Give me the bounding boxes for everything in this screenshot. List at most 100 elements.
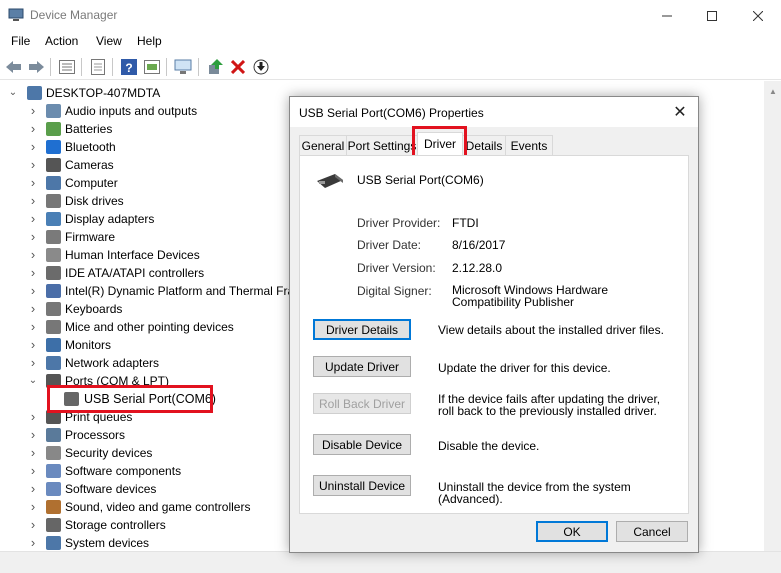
- chevron-right-icon[interactable]: ›: [28, 192, 38, 210]
- chevron-right-icon[interactable]: ›: [28, 498, 38, 516]
- chevron-right-icon[interactable]: ›: [28, 336, 38, 354]
- window-title: Device Manager: [30, 8, 118, 22]
- tree-category[interactable]: › Audio inputs and outputs: [0, 102, 300, 120]
- tab-events[interactable]: Events: [505, 135, 553, 156]
- ok-button[interactable]: OK: [536, 521, 608, 542]
- tree-item-label: Monitors: [65, 338, 112, 352]
- download-circle-icon[interactable]: [252, 58, 270, 76]
- tree-category[interactable]: › Security devices: [0, 444, 300, 462]
- tree-item-label: Mice and other pointing devices: [65, 320, 234, 334]
- tree-item-label: Processors: [65, 428, 126, 442]
- minimize-button[interactable]: [644, 0, 690, 31]
- page-icon[interactable]: [89, 58, 107, 76]
- driver-version-label: Driver Version:: [357, 261, 436, 275]
- chevron-right-icon[interactable]: ›: [28, 246, 38, 264]
- menu-view[interactable]: View: [96, 34, 122, 48]
- tree-category[interactable]: › Sound, video and game controllers: [0, 498, 300, 516]
- network-icon: [46, 356, 61, 370]
- chevron-right-icon[interactable]: ›: [28, 210, 38, 228]
- tree-category[interactable]: › Software devices: [0, 480, 300, 498]
- tree-category[interactable]: › Keyboards: [0, 300, 300, 318]
- chevron-right-icon[interactable]: ›: [28, 120, 38, 138]
- tree-category[interactable]: › Software components: [0, 462, 300, 480]
- tree-category[interactable]: › Intel(R) Dynamic Platform and Thermal F…: [0, 282, 300, 300]
- update-driver-icon[interactable]: [206, 58, 224, 76]
- chevron-right-icon[interactable]: ›: [28, 228, 38, 246]
- chevron-down-icon[interactable]: ⌄: [28, 372, 38, 390]
- disable-device-desc: Disable the device.: [438, 439, 540, 453]
- chevron-right-icon[interactable]: ›: [28, 408, 38, 426]
- tree-item-label: Firmware: [65, 230, 115, 244]
- system-icon: [46, 536, 61, 550]
- tree-category[interactable]: › Computer: [0, 174, 300, 192]
- scroll-up-icon[interactable]: ▲: [769, 87, 777, 96]
- chevron-right-icon[interactable]: ›: [28, 318, 38, 336]
- show-hidden-icon[interactable]: [143, 58, 161, 76]
- roll-back-driver-desc: If the device fails after updating the d…: [438, 392, 661, 418]
- chevron-right-icon[interactable]: ›: [28, 516, 38, 534]
- chevron-right-icon[interactable]: ›: [28, 534, 38, 552]
- tree-category[interactable]: › Human Interface Devices: [0, 246, 300, 264]
- chevron-right-icon[interactable]: ›: [28, 354, 38, 372]
- tree-category[interactable]: › Network adapters: [0, 354, 300, 372]
- tree-category[interactable]: › Storage controllers: [0, 516, 300, 534]
- chevron-right-icon[interactable]: ›: [28, 174, 38, 192]
- chevron-right-icon[interactable]: ›: [28, 300, 38, 318]
- tree-item-label: Bluetooth: [65, 140, 116, 154]
- chevron-right-icon[interactable]: ›: [28, 462, 38, 480]
- tree-category[interactable]: › IDE ATA/ATAPI controllers: [0, 264, 300, 282]
- chevron-right-icon[interactable]: ›: [28, 426, 38, 444]
- menu-file[interactable]: File: [11, 34, 30, 48]
- update-driver-button[interactable]: Update Driver: [313, 356, 411, 377]
- back-arrow-icon[interactable]: [5, 58, 23, 76]
- tree-category[interactable]: › Cameras: [0, 156, 300, 174]
- tree-root[interactable]: ⌄ DESKTOP-407MDTA: [0, 84, 300, 102]
- tree-item-label: System devices: [65, 536, 150, 550]
- chevron-right-icon[interactable]: ›: [28, 480, 38, 498]
- tab-details[interactable]: Details: [462, 135, 506, 156]
- digital-signer-label: Digital Signer:: [357, 284, 432, 298]
- chevron-right-icon[interactable]: ›: [28, 156, 38, 174]
- chevron-right-icon[interactable]: ›: [28, 138, 38, 156]
- sound-icon: [46, 500, 61, 514]
- close-button[interactable]: [735, 0, 781, 31]
- chevron-right-icon[interactable]: ›: [28, 102, 38, 120]
- forward-arrow-icon[interactable]: [27, 58, 45, 76]
- chevron-right-icon[interactable]: ›: [28, 444, 38, 462]
- vertical-scrollbar[interactable]: ▲: [764, 81, 781, 551]
- disable-device-button[interactable]: Disable Device: [313, 434, 411, 455]
- roll-back-driver-button[interactable]: Roll Back Driver: [313, 393, 411, 414]
- uninstall-x-icon[interactable]: [229, 58, 247, 76]
- tree-category[interactable]: › Processors: [0, 426, 300, 444]
- keyboard-icon: [46, 302, 61, 316]
- chevron-right-icon[interactable]: ›: [28, 282, 38, 300]
- tab-port-settings[interactable]: Port Settings: [346, 135, 418, 156]
- tree-category[interactable]: › System devices: [0, 534, 300, 552]
- tab-general[interactable]: General: [299, 135, 347, 156]
- tree-category[interactable]: › Bluetooth: [0, 138, 300, 156]
- dialog-close-icon[interactable]: ✕: [670, 102, 690, 122]
- menu-action[interactable]: Action: [45, 34, 78, 48]
- help-icon[interactable]: ?: [120, 58, 138, 76]
- tree-category[interactable]: › Disk drives: [0, 192, 300, 210]
- driver-details-button[interactable]: Driver Details: [313, 319, 411, 340]
- menu-help[interactable]: Help: [137, 34, 162, 48]
- dialog-title: USB Serial Port(COM6) Properties: [299, 106, 484, 120]
- tree-category[interactable]: › Firmware: [0, 228, 300, 246]
- chevron-down-icon[interactable]: ⌄: [8, 84, 18, 102]
- tree-category[interactable]: › Mice and other pointing devices: [0, 318, 300, 336]
- properties-list-icon[interactable]: [58, 58, 76, 76]
- toolbar: ?: [0, 54, 781, 80]
- tree-category[interactable]: › Display adapters: [0, 210, 300, 228]
- uninstall-device-button[interactable]: Uninstall Device: [313, 475, 411, 496]
- cancel-button[interactable]: Cancel: [616, 521, 688, 542]
- chevron-right-icon[interactable]: ›: [28, 264, 38, 282]
- tree-item-label: Network adapters: [65, 356, 160, 370]
- tree-category[interactable]: › Monitors: [0, 336, 300, 354]
- firmware-icon: [46, 230, 61, 244]
- disk-drive-icon: [46, 194, 61, 208]
- tree-category[interactable]: › Batteries: [0, 120, 300, 138]
- horizontal-scrollbar[interactable]: [0, 551, 781, 573]
- scan-hardware-icon[interactable]: [174, 58, 192, 76]
- maximize-button[interactable]: [689, 0, 735, 31]
